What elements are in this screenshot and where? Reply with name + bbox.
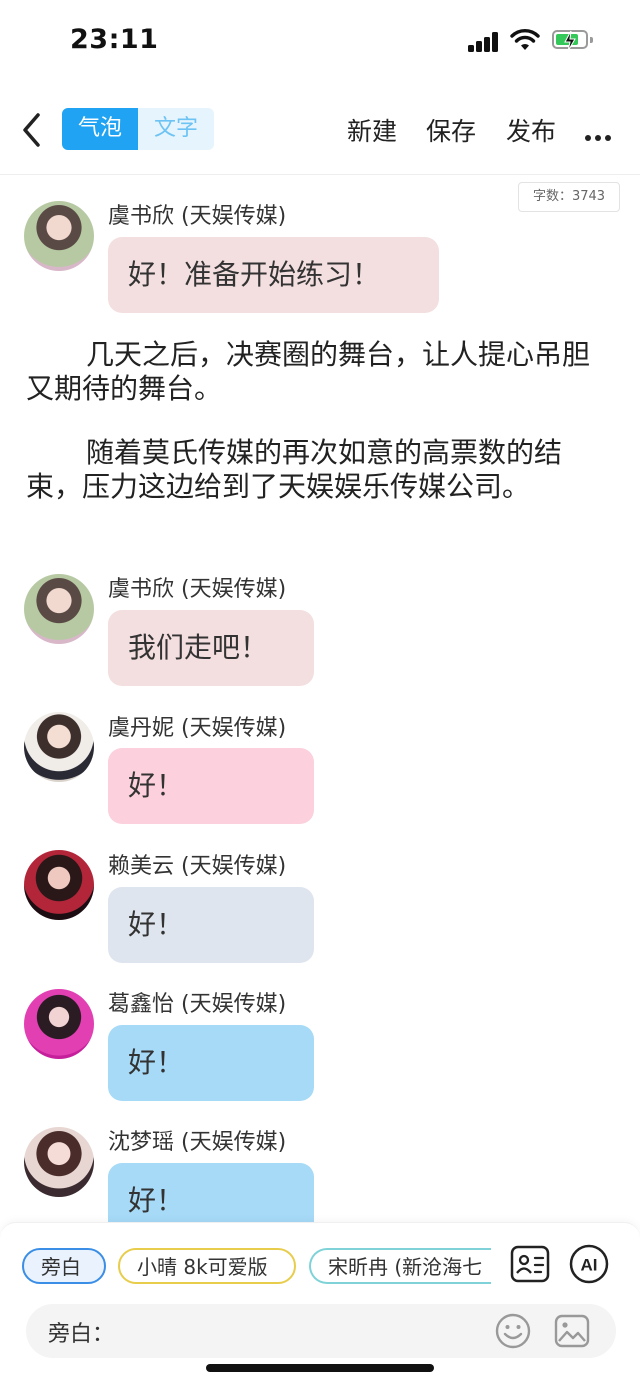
avatar[interactable]: [24, 850, 94, 920]
sender-name: 赖美云 (天娱传媒): [108, 854, 287, 879]
message-input[interactable]: [106, 1312, 510, 1352]
mode-text-tab[interactable]: 文字: [138, 108, 214, 150]
sender-name: 虞书欣 (天娱传媒): [108, 577, 287, 602]
battery-icon: [552, 30, 588, 52]
emoji-icon[interactable]: [494, 1312, 532, 1350]
more-icon[interactable]: [585, 126, 615, 145]
status-time: 23:11: [70, 24, 159, 55]
wifi-icon: [510, 29, 540, 50]
message-bubble[interactable]: 好！: [108, 1025, 314, 1101]
message-input-bar: 旁白：: [26, 1304, 616, 1358]
role-chip[interactable]: 小晴 8k可爱版: [118, 1248, 296, 1284]
mode-bubble-tab[interactable]: 气泡: [62, 108, 138, 150]
image-icon[interactable]: [553, 1312, 591, 1350]
sender-name: 虞丹妮 (天娱传媒): [108, 716, 287, 741]
message-bubble[interactable]: 好！: [108, 748, 314, 824]
narration-paragraph[interactable]: 随着莫氏传媒的再次如意的高票数的结束，压力这边给到了天娱娱乐传媒公司。: [26, 436, 606, 504]
new-button[interactable]: 新建: [347, 112, 397, 148]
narration-paragraph[interactable]: 几天之后，决赛圈的舞台，让人提心吊胆又期待的舞台。: [26, 338, 606, 406]
svg-text:AI: AI: [581, 1256, 598, 1275]
battery-tip: [590, 37, 593, 43]
home-indicator: [206, 1364, 434, 1372]
message-bubble[interactable]: 好！: [108, 887, 314, 963]
avatar[interactable]: [24, 1127, 94, 1197]
message-bubble[interactable]: 好！: [108, 1163, 314, 1223]
sender-name: 葛鑫怡 (天娱传媒): [108, 992, 287, 1017]
save-button[interactable]: 保存: [426, 112, 476, 148]
signal-icon: [468, 32, 500, 52]
role-chip[interactable]: 宋昕冉 (新沧海七: [309, 1248, 491, 1284]
contact-card-icon[interactable]: [510, 1244, 550, 1284]
publish-button[interactable]: 发布: [506, 112, 556, 148]
avatar[interactable]: [24, 712, 94, 782]
message-bubble[interactable]: 好！准备开始练习！: [108, 237, 439, 313]
word-count-badge: 字数：3743: [518, 182, 620, 212]
avatar[interactable]: [24, 989, 94, 1059]
sender-name: 沈梦瑶 (天娱传媒): [108, 1130, 287, 1155]
avatar[interactable]: [24, 201, 94, 271]
avatar[interactable]: [24, 574, 94, 644]
message-bubble[interactable]: 我们走吧！: [108, 610, 314, 686]
ai-icon[interactable]: AI: [569, 1244, 609, 1284]
chevron-left-icon[interactable]: [18, 110, 48, 150]
sender-name: 虞书欣 (天娱传媒): [108, 204, 287, 229]
role-chip-narrator[interactable]: 旁白: [22, 1248, 106, 1284]
input-role-label: 旁白：: [48, 1322, 115, 1347]
status-bar: 23:11: [0, 0, 640, 88]
